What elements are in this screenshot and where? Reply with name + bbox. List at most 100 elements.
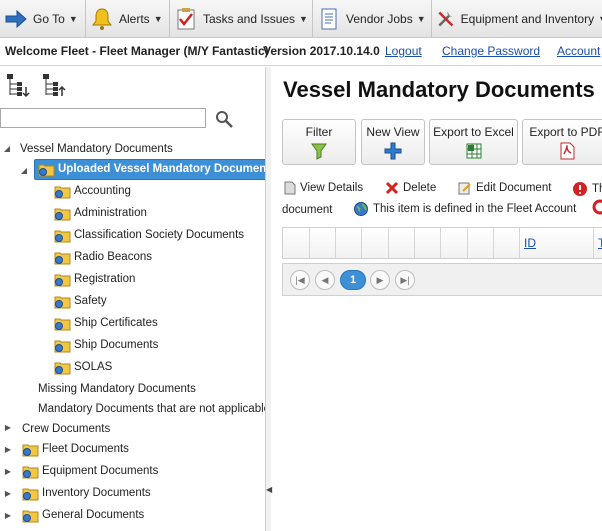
grid-column[interactable] xyxy=(310,228,336,258)
tree-node-inventory-documents[interactable]: Inventory Documents xyxy=(22,483,151,503)
expander-closed-icon[interactable]: ▶ xyxy=(3,489,13,498)
pdf-icon xyxy=(560,142,575,160)
tree-node-label: Registration xyxy=(74,273,136,285)
tree-node-uploaded-vessel-mandatory-documents[interactable]: Uploaded Vessel Mandatory Documents xyxy=(34,158,266,180)
main-panel: Vessel Mandatory Documents Filter New Vi… xyxy=(271,67,602,531)
menu-vendor-jobs[interactable]: Vendor Jobs ▼ xyxy=(313,0,432,37)
collapse-all-icon[interactable] xyxy=(42,73,66,99)
excel-icon xyxy=(466,143,481,159)
menu-tasks-and-issues[interactable]: Tasks and Issues ▼ xyxy=(170,0,313,37)
folder-globe-icon xyxy=(22,466,39,478)
filter-icon xyxy=(311,143,327,160)
legend-lifebuoy xyxy=(592,199,602,215)
folder-globe-icon xyxy=(54,252,71,264)
delete-x-icon xyxy=(385,181,399,195)
grid-column[interactable] xyxy=(283,228,310,258)
logout-link[interactable]: Logout xyxy=(385,41,422,61)
tree-node-label: SOLAS xyxy=(74,361,113,373)
menu-go-to[interactable]: Go To ▼ xyxy=(0,0,86,37)
legend-document: document xyxy=(282,204,333,216)
grid-column[interactable] xyxy=(468,228,494,258)
folder-globe-icon xyxy=(54,274,71,286)
documents-grid-header: ID T xyxy=(282,227,602,259)
edit-document-icon xyxy=(458,182,471,195)
expander-closed-icon[interactable]: ▶ xyxy=(3,467,13,476)
grid-header-t[interactable]: T xyxy=(598,236,602,250)
current-page-button[interactable]: 1 xyxy=(340,270,366,290)
tree-node-label: Crew Documents xyxy=(22,423,111,435)
folder-globe-icon xyxy=(22,444,39,456)
grid-column[interactable] xyxy=(494,228,520,258)
error-icon xyxy=(573,182,587,196)
export-pdf-button-label: Export to PDF xyxy=(529,125,602,139)
folder-globe-icon xyxy=(54,362,71,374)
first-page-button[interactable]: |◀ xyxy=(290,270,310,290)
expander-closed-icon[interactable]: ▶ xyxy=(3,511,13,520)
grid-header-id[interactable]: ID xyxy=(524,236,536,250)
tree-node-vessel-mandatory-documents[interactable]: Vessel Mandatory Documents xyxy=(20,139,173,159)
folder-globe-icon xyxy=(38,164,55,176)
tree-node-registration[interactable]: Registration xyxy=(54,269,135,289)
tree-node-radio-beacons[interactable]: Radio Beacons xyxy=(54,247,152,267)
new-view-button[interactable]: New View xyxy=(361,119,425,165)
tree-node-label: Radio Beacons xyxy=(74,251,152,263)
menu-equipment-label: Equipment and Inventory xyxy=(460,11,595,26)
export-excel-button-label: Export to Excel xyxy=(433,125,514,139)
grid-column[interactable] xyxy=(362,228,389,258)
expand-all-icon[interactable] xyxy=(6,73,30,99)
tree-node-label: Vessel Mandatory Documents xyxy=(20,143,173,155)
tree-node-label: Inventory Documents xyxy=(42,487,151,499)
tree-node-accounting[interactable]: Accounting xyxy=(54,181,131,201)
account-link[interactable]: Account xyxy=(557,41,600,61)
filter-button[interactable]: Filter xyxy=(282,119,356,165)
menu-alerts-label: Alerts xyxy=(119,11,150,26)
grid-column[interactable] xyxy=(336,228,362,258)
tree-node-label: Fleet Documents xyxy=(42,443,129,455)
menu-go-to-label: Go To xyxy=(33,11,65,26)
tree-node-mandatory-documents-not-applicable[interactable]: Mandatory Documents that are not applica… xyxy=(38,399,265,419)
last-page-button[interactable]: ▶| xyxy=(395,270,415,290)
tree-search-input[interactable] xyxy=(0,108,206,128)
tree-node-classification-society-documents[interactable]: Classification Society Documents xyxy=(54,225,244,245)
tree-node-label: Missing Mandatory Documents xyxy=(38,383,196,395)
expander-closed-icon[interactable]: ▶ xyxy=(3,423,13,432)
tree-node-equipment-documents[interactable]: Equipment Documents xyxy=(22,461,158,481)
tree-node-administration[interactable]: Administration xyxy=(54,203,147,223)
prev-page-button[interactable]: ◀ xyxy=(315,270,335,290)
expander-closed-icon[interactable]: ▶ xyxy=(3,445,13,454)
tree-node-safety[interactable]: Safety xyxy=(54,291,107,311)
next-page-button[interactable]: ▶ xyxy=(370,270,390,290)
tree-node-label: Equipment Documents xyxy=(42,465,159,477)
menu-equipment-and-inventory[interactable]: Equipment and Inventory▼ xyxy=(432,0,602,37)
menu-alerts[interactable]: Alerts ▼ xyxy=(86,0,170,37)
export-excel-button[interactable]: Export to Excel xyxy=(429,119,518,165)
folder-globe-icon xyxy=(54,208,71,220)
tree-node-crew-documents[interactable]: Crew Documents xyxy=(22,419,110,439)
version-text: Version 2017.10.14.0 xyxy=(263,44,380,58)
folder-globe-icon xyxy=(54,296,71,308)
arrow-right-icon xyxy=(5,9,27,28)
grid-column[interactable] xyxy=(441,228,468,258)
legend-delete: Delete xyxy=(385,181,436,195)
grid-column[interactable] xyxy=(415,228,441,258)
view-details-icon xyxy=(284,181,296,195)
expander-open-icon[interactable]: ◢ xyxy=(19,166,29,175)
search-icon[interactable] xyxy=(215,110,233,128)
tree-node-label: Uploaded Vessel Mandatory Documents xyxy=(58,163,266,175)
change-password-link[interactable]: Change Password xyxy=(442,41,540,61)
bell-icon xyxy=(92,7,112,30)
tree-node-label: Ship Certificates xyxy=(74,317,158,329)
grid-column-t[interactable]: T xyxy=(594,228,602,258)
tree-node-solas[interactable]: SOLAS xyxy=(54,357,112,377)
tree-node-fleet-documents[interactable]: Fleet Documents xyxy=(22,439,129,459)
grid-column-id[interactable]: ID xyxy=(520,228,594,258)
grid-column[interactable] xyxy=(389,228,415,258)
expander-open-icon[interactable]: ◢ xyxy=(2,144,12,153)
tree-node-ship-documents[interactable]: Ship Documents xyxy=(54,335,158,355)
tree-node-missing-mandatory-documents[interactable]: Missing Mandatory Documents xyxy=(38,379,196,399)
export-pdf-button[interactable]: Export to PDF xyxy=(522,119,602,165)
folder-globe-icon xyxy=(54,318,71,330)
tree-node-general-documents[interactable]: General Documents xyxy=(22,505,144,525)
tree-node-ship-certificates[interactable]: Ship Certificates xyxy=(54,313,158,333)
lifebuoy-icon xyxy=(592,199,602,215)
